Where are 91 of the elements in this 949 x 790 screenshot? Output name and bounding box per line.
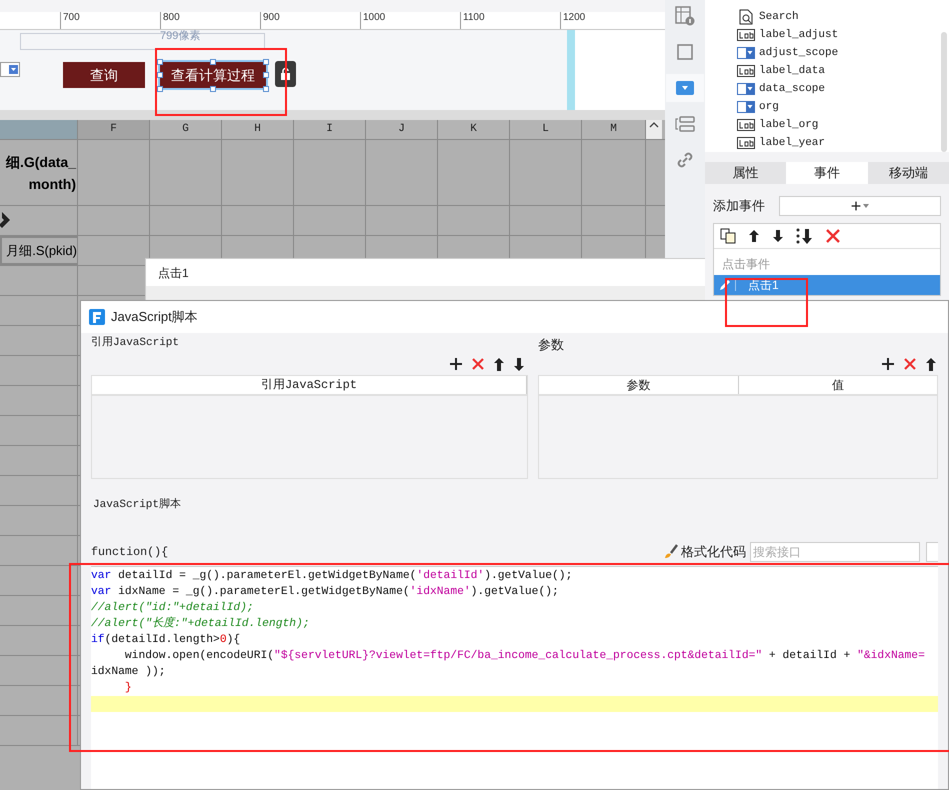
delete-icon[interactable] [904,358,916,370]
search-field[interactable]: 搜索接口 [750,542,920,562]
add-icon[interactable] [882,358,894,370]
column-header[interactable]: I [294,120,366,139]
label-widget-icon [737,137,755,149]
column-header[interactable]: J [366,120,438,139]
resize-handle[interactable] [157,72,163,78]
ruler-label: 800 [163,12,180,23]
column-header[interactable]: L [510,120,582,139]
dialog-title: 点击1 [158,264,189,282]
copy-icon[interactable] [720,228,736,244]
tree-item[interactable]: Search [759,8,799,26]
event-group-label: 点击事件 [721,256,771,273]
down-arrow-icon[interactable] [772,229,784,243]
code-line: if(detailId.length>0){ [91,632,240,648]
resize-handle[interactable] [210,86,216,92]
dropdown-widget-icon [737,47,755,59]
function-header: function(){ [91,544,170,561]
column-header[interactable]: 引用JavaScript [92,376,527,394]
resize-handle[interactable] [210,59,216,65]
panel-tab[interactable]: 事件 [786,162,868,184]
label-widget-icon [737,119,755,131]
pencil-icon [0,212,12,230]
query-button[interactable]: 查询 [63,62,145,88]
code-line: } [124,680,132,696]
column-header[interactable]: 参数 [539,376,738,394]
scrollbar[interactable] [646,120,662,139]
column-header[interactable]: H [222,120,294,139]
ruler-label: 1200 [563,12,586,23]
scrollbar[interactable] [941,32,947,152]
move-to-bottom-icon[interactable] [796,228,814,244]
code-line: idxName )); [91,664,166,680]
cell-text: 细.G(data_ month) [6,152,77,194]
resize-handle[interactable] [263,72,269,78]
cell-text: 月细.S(pkid) [6,242,77,260]
code-line: var detailId = _g().parameterEl.getWidgetByName('detailId').getValue(); [91,568,572,584]
up-arrow-icon[interactable] [926,358,936,370]
tree-item[interactable]: label_data [759,62,826,80]
brush-icon[interactable] [663,544,679,560]
size-label: 799像素 [160,28,200,44]
app-logo-icon [89,309,105,325]
dropdown-arrow-icon[interactable] [9,65,18,74]
caret-icon [863,204,870,208]
scroll-up-icon[interactable] [649,120,659,130]
down-arrow-icon[interactable] [514,358,524,370]
resize-handle[interactable] [263,59,269,65]
ruler-label: 1100 [463,12,485,23]
column-header[interactable]: F [78,120,150,139]
section-title: 引用JavaScript [91,335,180,351]
lock-icon[interactable] [275,61,296,87]
tree-item[interactable]: adjust_scope [759,44,838,62]
column-header[interactable]: G [150,120,222,139]
tree-item[interactable]: label_adjust [759,26,838,44]
panel-tab[interactable]: 移动端 [868,162,949,184]
dropdown-widget-icon [737,101,755,113]
delete-icon[interactable] [472,358,484,370]
up-arrow-icon[interactable] [748,229,760,243]
panel-tab[interactable]: 属性 [705,162,786,184]
query-button[interactable]: 查看计算过程 [160,62,266,88]
tree-item[interactable]: data_scope [759,80,826,98]
ruler-label: 1000 [363,12,386,23]
column-header[interactable]: 值 [738,376,937,394]
section-title: 参数 [538,336,565,353]
add-event-dropdown[interactable]: + [779,196,941,216]
tree-item[interactable]: org [759,98,779,116]
tree-item[interactable]: label_year [759,134,826,152]
resize-handle[interactable] [157,86,163,92]
add-event-label: 添加事件 [713,197,765,216]
code-line: //alert("长度:"+detailId.length); [91,616,310,632]
dropdown-widget-icon [737,83,755,95]
add-icon[interactable] [450,358,462,370]
delete-icon[interactable] [826,229,840,243]
section-title: JavaScript脚本 [93,499,182,511]
code-line: var idxName = _g().parameterEl.getWidgetByName('idxName').getValue(); [91,584,559,600]
code-line: //alert("id:"+detailId); [91,600,254,616]
ruler-label: 900 [263,12,280,23]
search-widget-icon [737,9,755,25]
resize-handle[interactable] [157,59,163,65]
column-header[interactable]: K [438,120,510,139]
up-arrow-icon[interactable] [494,358,504,370]
label-widget-icon [737,65,755,77]
column-header[interactable]: M [582,120,646,139]
dropdown-icon[interactable] [666,74,704,102]
dialog-title: JavaScript脚本 [111,308,198,326]
dropdown-widget[interactable] [0,62,20,77]
label-widget-icon [737,29,755,41]
tree-item[interactable]: label_org [759,116,818,134]
resize-handle[interactable] [263,86,269,92]
format-code-label[interactable]: 格式化代码 [681,542,746,562]
code-line: window.open(encodeURI("${servletURL}?viewlet=ftp/FC/ba_income_calculate_process.cpt&detailId=" + detailId + "&idxName= [124,648,925,664]
ruler-label: 700 [63,12,80,23]
